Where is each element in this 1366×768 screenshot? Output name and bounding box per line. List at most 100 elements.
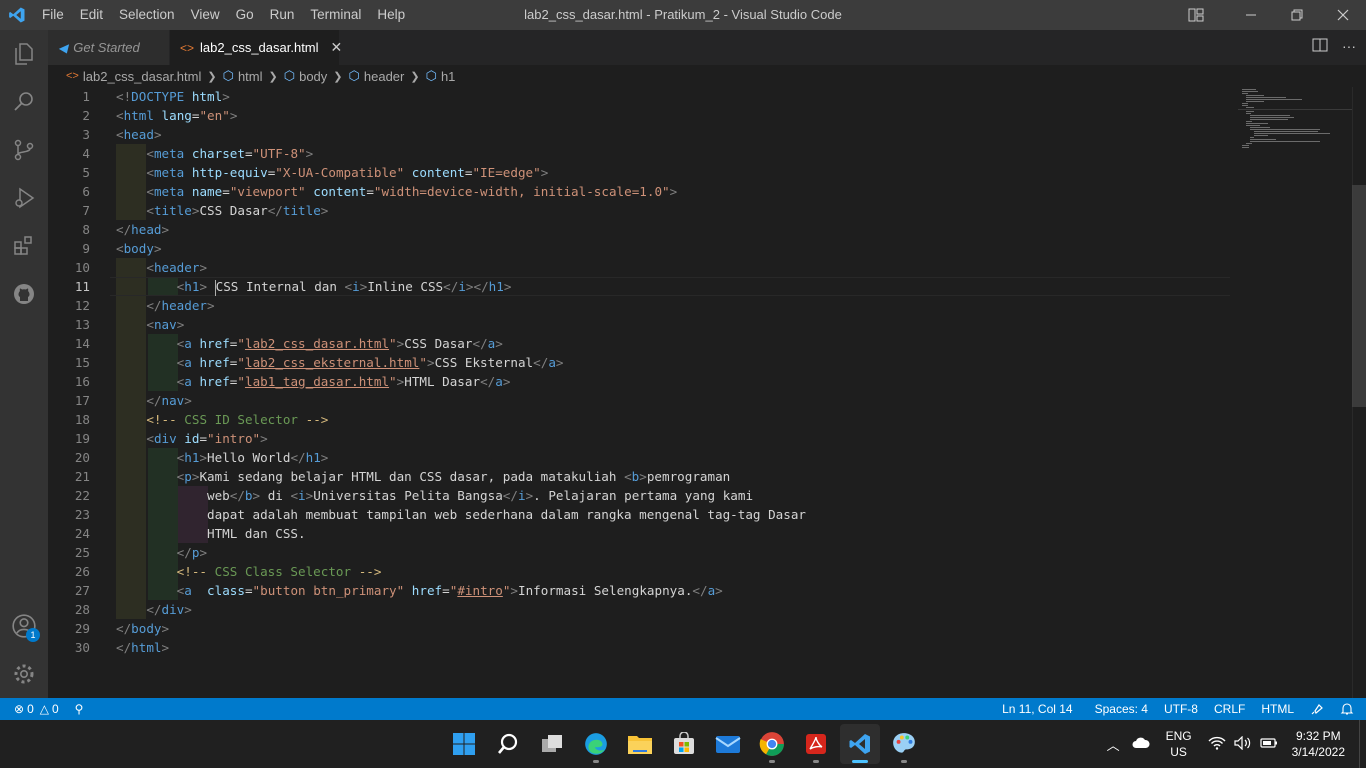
token: href [199,355,230,370]
search-icon[interactable] [488,724,528,764]
vertical-scrollbar-thumb[interactable] [1352,185,1366,407]
element-icon: ⬡ [348,68,360,83]
token: CSS Dasar [404,336,473,351]
line-number: 2 [82,108,90,123]
extensions-icon[interactable] [0,222,48,270]
more-actions-icon[interactable]: ··· [1342,38,1356,54]
close-tab-icon[interactable]: ✕ [331,39,343,56]
token: nav [161,393,185,408]
warning-icon: △ [39,702,49,716]
encoding-status[interactable]: UTF-8 [1156,702,1206,716]
chevron-up-icon[interactable]: ︿ [1107,735,1120,754]
show-desktop-edge[interactable] [1359,720,1366,768]
run-debug-icon[interactable] [0,174,48,222]
token: lang [161,108,192,123]
accounts-icon[interactable]: 1 [0,602,48,650]
code-line: 11 <h1> CSS Internal dan <i>Inline CSS</… [48,277,1238,296]
clock[interactable]: 9:32 PM 3/14/2022 [1292,728,1345,760]
input-language[interactable]: ENG US [1166,728,1192,760]
minimap[interactable] [1238,87,1352,157]
token: a [184,583,192,598]
token: html [123,108,154,123]
menu-run[interactable]: Run [262,0,303,30]
code-line: 24 HTML dan CSS. [48,524,1238,543]
notifications-bell-icon[interactable] [1332,702,1366,716]
menu-selection[interactable]: Selection [111,0,183,30]
vscode-tab-icon: ◀ [58,40,68,55]
feedback-icon[interactable] [1302,702,1332,716]
token: meta [153,146,185,161]
minimize-button[interactable] [1228,0,1274,30]
line-number: 1 [82,89,90,104]
breadcrumb-h1[interactable]: ⬡ h1 [426,68,456,84]
split-editor-icon[interactable] [1312,38,1328,57]
onedrive-cloud-icon[interactable] [1132,737,1150,752]
line-number: 20 [74,450,90,465]
menu-go[interactable]: Go [228,0,262,30]
live-share-icon[interactable]: ⚲ [67,702,92,716]
line-number: 17 [74,393,90,408]
breadcrumb-body[interactable]: ⬡ body [284,68,328,84]
mail-icon[interactable] [708,724,748,764]
running-indicator [593,760,599,763]
source-control-icon[interactable] [0,126,48,174]
eol-status[interactable]: CRLF [1206,702,1253,716]
search-icon[interactable] [0,78,48,126]
menu-view[interactable]: View [183,0,228,30]
line-number: 10 [74,260,90,275]
explorer-icon[interactable] [0,30,48,78]
line-number: 24 [74,526,90,541]
breadcrumb-file[interactable]: <> lab2_css_dasar.html [66,69,201,84]
menu-edit[interactable]: Edit [72,0,111,30]
tab-label: lab2_css_dasar.html [200,40,319,55]
token: meta [153,165,185,180]
menu-terminal[interactable]: Terminal [302,0,369,30]
code-line: 22 web</b> di <i>Universitas Pelita Bang… [48,486,1238,505]
manage-gear-icon[interactable] [0,650,48,698]
restore-button[interactable] [1274,0,1320,30]
code-editor[interactable]: 1 <!DOCTYPE html> 2 <html lang="en"> 3 <hea… [48,87,1366,698]
keyboard-layout: US [1170,745,1187,759]
menu-help[interactable]: Help [369,0,413,30]
breadcrumb-header[interactable]: ⬡ header [349,68,405,84]
store-icon[interactable] [664,724,704,764]
task-view-icon[interactable] [532,724,572,764]
line-number: 11 [74,279,90,294]
start-icon[interactable] [444,724,484,764]
close-window-button[interactable] [1320,0,1366,30]
paint-icon[interactable] [884,724,924,764]
line-number: 14 [74,336,90,351]
line-number: 13 [74,317,90,332]
indentation-status[interactable]: Spaces: 4 [1087,702,1156,716]
layout-icon[interactable] [1176,0,1216,30]
token: CSS ID Selector [184,412,299,427]
problems-status[interactable]: ⊗ 0 △ 0 [14,702,67,716]
menu-file[interactable]: File [34,0,72,30]
token: http-equiv [191,165,268,180]
github-icon[interactable] [0,270,48,318]
token: web [207,488,230,503]
running-indicator [769,760,775,763]
token: a [495,374,503,389]
vscode-icon[interactable] [840,724,880,764]
line-number: 22 [74,488,90,503]
edge-icon[interactable] [576,724,616,764]
tab-get-started[interactable]: ◀ Get Started [48,30,170,65]
volume-icon[interactable] [1234,735,1252,753]
language-mode[interactable]: HTML [1253,702,1302,716]
line-number: 29 [74,621,90,636]
cursor-position[interactable]: Ln 11, Col 14 [994,702,1087,716]
vscode-logo-icon [0,0,34,30]
wifi-icon[interactable] [1208,736,1226,753]
token: head [123,127,154,142]
file-explorer-icon[interactable] [620,724,660,764]
breadcrumb-html[interactable]: ⬡ html [223,68,263,84]
token: "X-UA-Compatible" [275,165,405,180]
chrome-icon[interactable] [752,724,792,764]
activity-bar: 1 [0,30,48,698]
acrobat-icon[interactable] [796,724,836,764]
line-number: 12 [74,298,90,313]
tab-lab2-css-dasar[interactable]: <> lab2_css_dasar.html ✕ [170,30,343,65]
battery-icon[interactable] [1260,736,1278,753]
line-number: 15 [74,355,90,370]
